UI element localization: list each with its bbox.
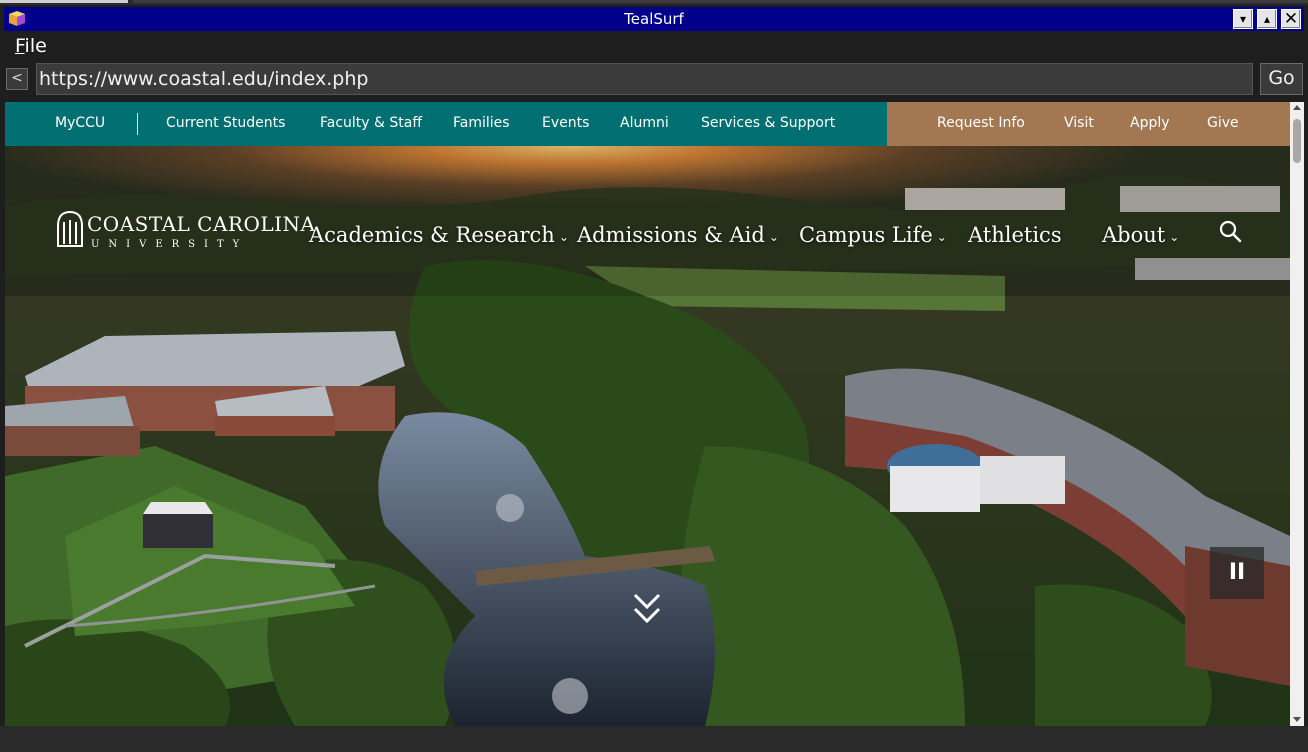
utility-nav-primary: MyCCU Current Students Faculty & Staff F… (5, 102, 887, 146)
web-content: MyCCU Current Students Faculty & Staff F… (5, 102, 1290, 726)
menu-bar: File (0, 33, 1308, 59)
main-nav-label: Academics & Research (309, 223, 555, 247)
main-nav-campus-life[interactable]: Campus Life ⌄ (799, 223, 947, 247)
minimize-button[interactable]: ▾ (1233, 9, 1253, 29)
url-input[interactable] (36, 63, 1253, 95)
pause-video-button[interactable]: II (1210, 547, 1264, 599)
utility-divider (137, 113, 138, 135)
title-bar: TealSurf ▾ ▴ ✕ (4, 7, 1304, 31)
double-chevron-down-icon[interactable] (632, 591, 662, 627)
logo-subtitle: UNIVERSITY (91, 239, 249, 250)
menu-file-label: ile (24, 35, 47, 57)
go-button[interactable]: Go (1260, 63, 1303, 95)
main-nav-label: About (1102, 223, 1166, 247)
utility-link-apply[interactable]: Apply (1130, 115, 1170, 131)
maximize-button[interactable]: ▴ (1257, 9, 1277, 29)
logo-name: COASTAL CAROLINA (87, 212, 316, 236)
main-nav-label: Athletics (968, 223, 1062, 247)
menu-file[interactable]: File (15, 35, 47, 57)
main-nav-label: Campus Life (799, 223, 933, 247)
scroll-down-arrow-icon[interactable] (1293, 717, 1301, 722)
university-seal-icon (57, 210, 83, 247)
utility-link-visit[interactable]: Visit (1064, 115, 1094, 131)
status-bar (0, 726, 1308, 752)
taskbar-strip (0, 0, 1308, 5)
utility-link-current-students[interactable]: Current Students (166, 115, 285, 131)
utility-link-services-support[interactable]: Services & Support (701, 115, 835, 131)
main-nav-athletics[interactable]: Athletics (968, 223, 1062, 247)
vertical-scrollbar[interactable] (1290, 102, 1304, 726)
main-nav-admissions[interactable]: Admissions & Aid ⌄ (577, 223, 779, 247)
utility-link-families[interactable]: Families (453, 115, 510, 131)
chevron-down-icon: ⌄ (936, 229, 947, 244)
window-title: TealSurf (624, 10, 684, 28)
menu-file-accelerator: F (15, 35, 25, 57)
taskbar-tab-bar (133, 0, 1308, 3)
chevron-down-icon: ⌄ (768, 229, 779, 244)
utility-link-give[interactable]: Give (1207, 115, 1239, 131)
address-bar: < Go (0, 62, 1308, 96)
main-nav-about[interactable]: About ⌄ (1102, 223, 1179, 247)
university-logo[interactable]: COASTAL CAROLINA UNIVERSITY (55, 208, 315, 256)
close-button[interactable]: ✕ (1281, 9, 1301, 29)
chevron-down-icon: ⌄ (558, 229, 569, 244)
main-nav-academics[interactable]: Academics & Research ⌄ (309, 223, 569, 247)
utility-link-faculty-staff[interactable]: Faculty & Staff (320, 115, 422, 131)
utility-link-myccu[interactable]: MyCCU (55, 115, 105, 131)
back-button[interactable]: < (6, 68, 28, 90)
scrollbar-thumb[interactable] (1293, 119, 1301, 163)
utility-navigation: MyCCU Current Students Faculty & Staff F… (5, 102, 1290, 146)
utility-link-events[interactable]: Events (542, 115, 589, 131)
search-icon[interactable] (1218, 219, 1242, 243)
utility-nav-actions: Request Info Visit Apply Give (887, 102, 1290, 146)
utility-link-alumni[interactable]: Alumni (620, 115, 669, 131)
taskbar-tab-active[interactable] (0, 0, 128, 3)
scroll-up-arrow-icon[interactable] (1293, 105, 1301, 110)
chevron-down-icon: ⌄ (1169, 229, 1180, 244)
browser-window: TealSurf ▾ ▴ ✕ File < Go (0, 0, 1308, 752)
main-nav-label: Admissions & Aid (577, 223, 765, 247)
utility-link-request-info[interactable]: Request Info (937, 115, 1025, 131)
